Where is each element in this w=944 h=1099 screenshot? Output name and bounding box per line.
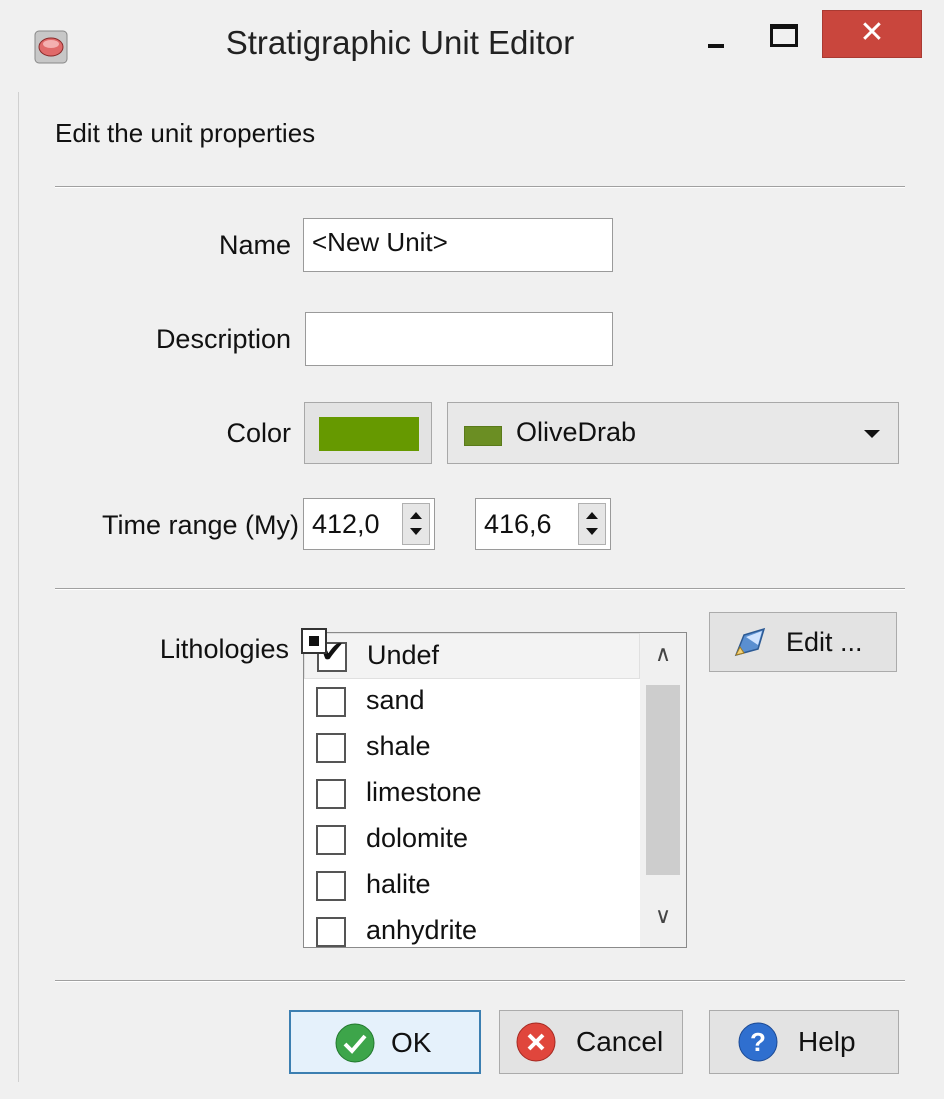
name-field[interactable]: <New Unit>	[303, 218, 613, 272]
spinner-up-icon	[586, 512, 598, 519]
cancel-label: Cancel	[576, 1026, 664, 1057]
lithologies-list[interactable]: ✔ Undef sand shale limestone dolomite halite an…	[303, 632, 687, 948]
lithology-checkbox[interactable]	[316, 779, 346, 809]
spinner-buttons[interactable]	[578, 503, 606, 545]
help-button[interactable]: ? Help	[709, 1010, 899, 1074]
list-scrollbar[interactable]: ∧ ∨	[640, 633, 686, 947]
lithology-checkbox[interactable]	[316, 687, 346, 717]
edit-lithologies-button[interactable]: Edit ...	[709, 612, 897, 672]
list-item[interactable]: shale	[304, 725, 640, 771]
dialog-window: Stratigraphic Unit Editor ✕ Edit the uni…	[0, 0, 944, 1099]
time-start-spinner[interactable]: 412,0	[303, 498, 435, 550]
lithology-checkbox[interactable]	[316, 733, 346, 763]
title-bar[interactable]: Stratigraphic Unit Editor ✕	[0, 0, 944, 92]
maximize-button[interactable]	[752, 12, 816, 56]
close-button[interactable]: ✕	[822, 10, 922, 58]
chevron-down-icon	[864, 430, 880, 438]
color-dropdown-value: OliveDrab	[516, 417, 637, 447]
list-item[interactable]: halite	[304, 863, 640, 909]
close-icon: ✕	[859, 16, 885, 49]
minimize-button[interactable]	[688, 12, 744, 56]
scroll-up-icon[interactable]: ∧	[640, 641, 686, 667]
time-range-label: Time range (My)	[101, 510, 299, 540]
lithology-checkbox[interactable]	[316, 871, 346, 901]
lithologies-label: Lithologies	[159, 634, 289, 664]
separator	[55, 980, 905, 982]
time-end-value: 416,6	[484, 509, 552, 539]
lithology-checkbox[interactable]	[316, 917, 346, 947]
color-picker-button[interactable]	[304, 402, 432, 464]
help-question-icon: ?	[738, 1022, 778, 1062]
lithology-label: anhydrite	[366, 915, 478, 945]
spinner-up-icon	[410, 512, 422, 519]
select-all-checkbox[interactable]	[301, 628, 327, 654]
minimize-icon	[708, 44, 724, 48]
color-dropdown[interactable]: OliveDrab	[447, 402, 899, 464]
lithology-label: shale	[366, 731, 431, 761]
name-label: Name	[218, 230, 291, 260]
separator	[55, 186, 905, 188]
list-item[interactable]: ✔ Undef	[304, 633, 640, 679]
description-label: Description	[155, 324, 291, 354]
lithology-label: limestone	[366, 777, 482, 807]
svg-text:?: ?	[750, 1027, 766, 1057]
lithology-label: dolomite	[366, 823, 469, 853]
cancel-button[interactable]: Cancel	[499, 1010, 683, 1074]
time-start-value: 412,0	[312, 509, 380, 539]
spinner-down-icon	[586, 528, 598, 535]
list-item[interactable]: anhydrite	[304, 909, 640, 947]
list-item[interactable]: sand	[304, 679, 640, 725]
color-label: Color	[226, 418, 291, 448]
help-label: Help	[798, 1026, 856, 1057]
spinner-down-icon	[410, 528, 422, 535]
ok-button[interactable]: OK	[289, 1010, 481, 1074]
list-item[interactable]: dolomite	[304, 817, 640, 863]
separator	[55, 588, 905, 590]
cancel-x-icon	[516, 1022, 556, 1062]
edit-pencil-icon	[734, 627, 766, 657]
color-swatch	[319, 417, 419, 451]
spinner-buttons[interactable]	[402, 503, 430, 545]
scrollbar-thumb[interactable]	[646, 685, 680, 875]
ok-check-icon	[335, 1023, 375, 1063]
lithology-label: halite	[366, 869, 431, 899]
time-end-spinner[interactable]: 416,6	[475, 498, 611, 550]
dialog-content: Edit the unit properties Name <New Unit>…	[18, 92, 927, 1082]
ok-label: OK	[391, 1027, 432, 1058]
window-title: Stratigraphic Unit Editor	[225, 24, 575, 61]
maximize-icon	[770, 24, 798, 47]
list-item[interactable]: limestone	[304, 771, 640, 817]
scroll-down-icon[interactable]: ∨	[640, 903, 686, 929]
edit-button-label: Edit ...	[786, 627, 863, 657]
description-field[interactable]	[305, 312, 613, 366]
lithology-label: sand	[366, 685, 425, 715]
lithology-checkbox[interactable]	[316, 825, 346, 855]
color-combo-swatch	[464, 426, 502, 446]
lithology-label: Undef	[367, 640, 440, 670]
dialog-subtitle: Edit the unit properties	[55, 118, 316, 148]
